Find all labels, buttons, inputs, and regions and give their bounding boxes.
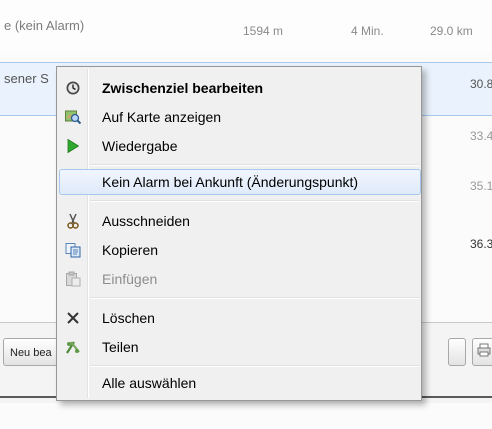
toolbar-button[interactable] — [448, 338, 466, 366]
menu-separator — [90, 200, 419, 202]
split-icon — [65, 339, 81, 355]
menu-item-split[interactable]: Teilen — [59, 334, 419, 360]
delete-x-icon — [65, 310, 81, 326]
scissors-icon — [65, 213, 81, 229]
print-button[interactable] — [472, 338, 492, 366]
print-icon — [477, 343, 491, 360]
menu-item-no-alarm-on-arrival[interactable]: Kein Alarm bei Ankunft (Änderungspunkt) — [59, 169, 421, 195]
new-button[interactable]: Neu bea — [3, 338, 61, 366]
menu-separator — [90, 164, 419, 166]
waypoint-length: 36.3 km — [470, 237, 492, 251]
menu-item-edit-waypoint[interactable]: Zwischenziel bearbeiten — [59, 75, 419, 101]
waypoint-name: e (kein Alarm) — [4, 18, 85, 33]
menu-item-copy[interactable]: Kopieren — [59, 237, 419, 263]
list-item[interactable]: e (kein Alarm) 1594 m 4 Min. 29.0 km — [0, 0, 492, 52]
context-menu: Zwischenziel bearbeiten Auf Karte anzeig… — [56, 66, 422, 401]
menu-item-label: Einfügen — [102, 271, 158, 287]
copy-icon — [65, 242, 81, 258]
play-icon — [65, 138, 81, 154]
menu-item-label: Wiedergabe — [102, 138, 178, 154]
waypoint-length: 29.0 km — [430, 24, 473, 38]
menu-item-label: Auf Karte anzeigen — [102, 109, 222, 125]
menu-item-cut[interactable]: Ausschneiden — [59, 208, 419, 234]
menu-separator — [90, 297, 419, 299]
waypoint-length: 30.8 km — [470, 77, 492, 91]
menu-item-paste[interactable]: Einfügen — [59, 266, 419, 292]
waypoint-length: 33.4 km — [470, 129, 492, 143]
menu-item-label: Löschen — [102, 310, 155, 326]
menu-item-label: Alle auswählen — [102, 375, 197, 391]
menu-item-label: Ausschneiden — [102, 213, 190, 229]
menu-item-show-on-map[interactable]: Auf Karte anzeigen — [59, 104, 419, 130]
waypoint-distance: 1594 m — [243, 24, 284, 38]
map-search-icon — [65, 109, 81, 125]
waypoint-length: 35.1 km — [470, 179, 492, 193]
menu-separator — [90, 365, 419, 367]
paste-icon — [65, 271, 81, 287]
waypoint-name: sener S — [4, 71, 49, 86]
menu-item-delete[interactable]: Löschen — [59, 305, 419, 331]
menu-item-playback[interactable]: Wiedergabe — [59, 133, 419, 159]
menu-item-label: Teilen — [102, 339, 139, 355]
clock-icon — [65, 80, 81, 96]
menu-item-label: Kopieren — [102, 242, 159, 258]
menu-item-label: Zwischenziel bearbeiten — [102, 80, 264, 96]
menu-item-label: Kein Alarm bei Ankunft (Änderungspunkt) — [102, 174, 359, 190]
waypoint-time: 4 Min. — [351, 24, 384, 38]
menu-item-select-all[interactable]: Alle auswählen — [59, 370, 419, 396]
